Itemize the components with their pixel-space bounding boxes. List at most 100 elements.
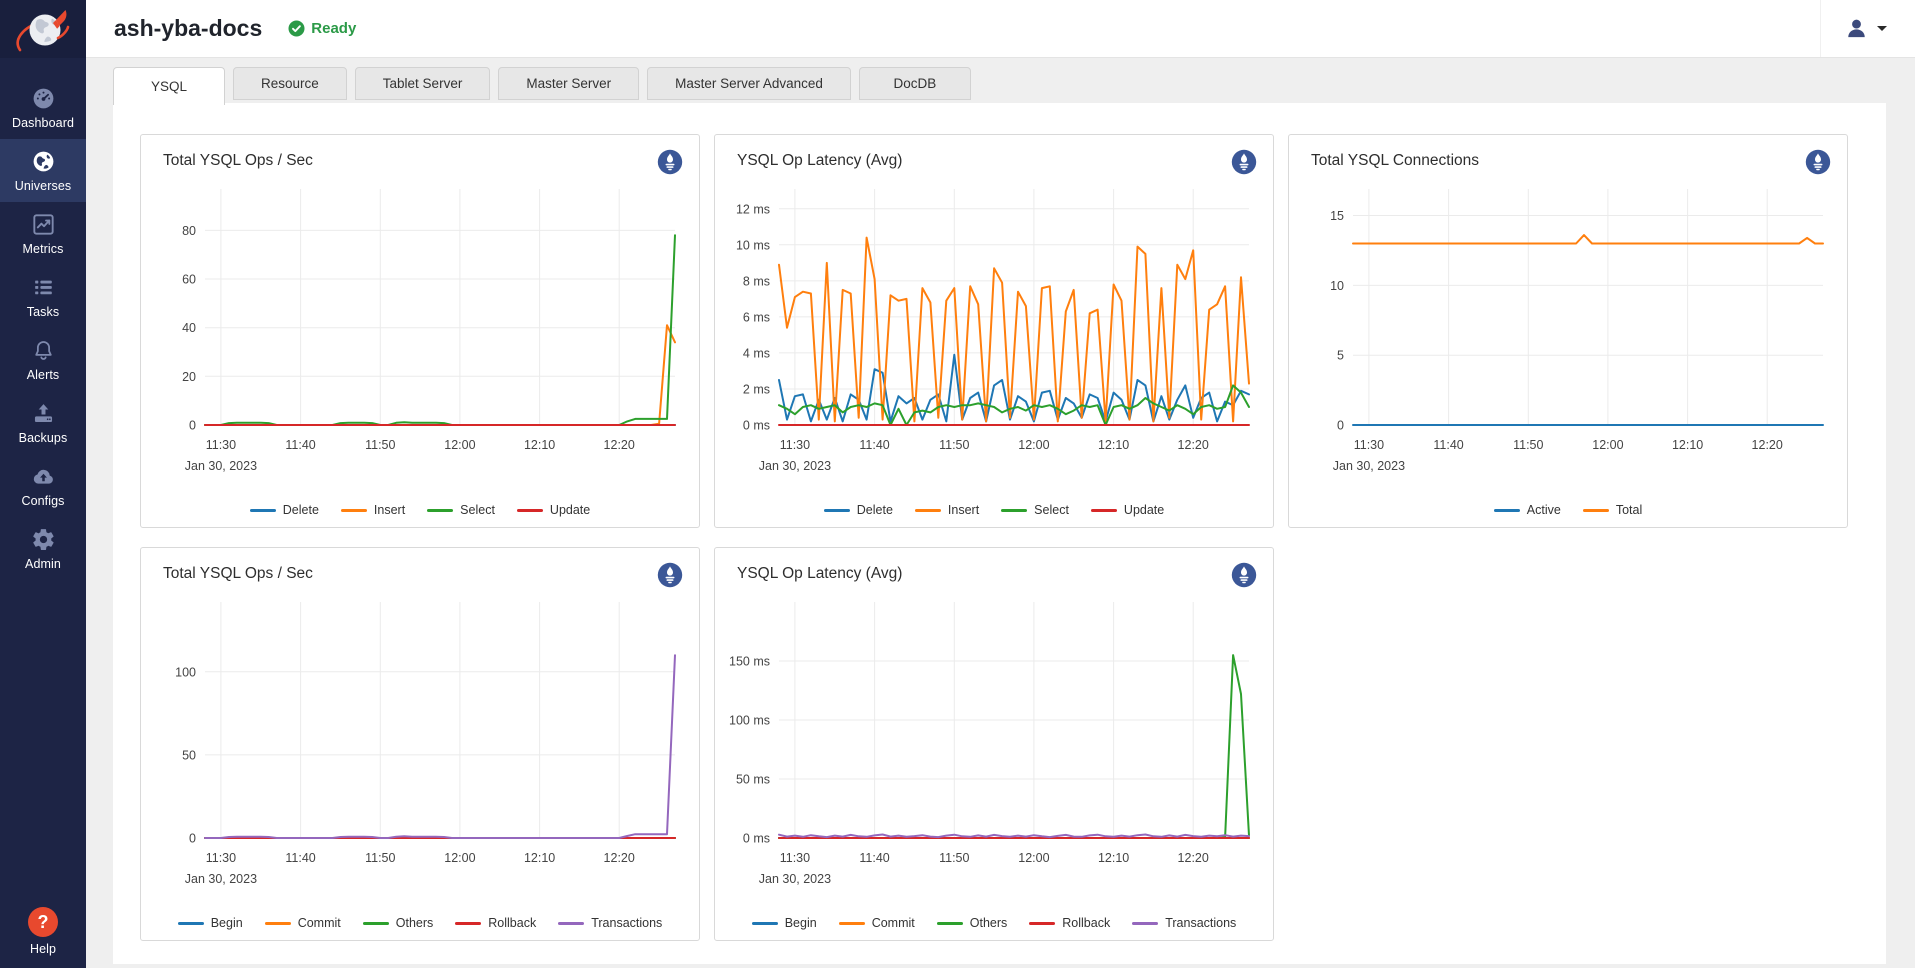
legend-item-update[interactable]: Update bbox=[1091, 503, 1164, 517]
x-axis-date-label: Jan 30, 2023 bbox=[759, 872, 831, 886]
legend-item-commit[interactable]: Commit bbox=[265, 916, 341, 930]
metrics-tabs: YSQL Resource Tablet Server Master Serve… bbox=[113, 67, 971, 105]
chart-legend: Delete Insert Select Update bbox=[715, 495, 1273, 525]
legend-label: Begin bbox=[785, 916, 817, 930]
chart-title: Total YSQL Ops / Sec bbox=[163, 562, 313, 583]
chart-panel-total-ysql-connections: Total YSQL Connections 05101511:3011:401… bbox=[1288, 134, 1848, 528]
legend-item-commit[interactable]: Commit bbox=[839, 916, 915, 930]
series-line-total bbox=[1353, 235, 1823, 243]
legend-swatch bbox=[839, 922, 865, 925]
legend-item-active[interactable]: Active bbox=[1494, 503, 1561, 517]
legend-swatch bbox=[1001, 509, 1027, 512]
legend-label: Rollback bbox=[1062, 916, 1110, 930]
legend-swatch bbox=[937, 922, 963, 925]
legend-swatch bbox=[250, 509, 276, 512]
y-tick-label: 2 ms bbox=[743, 383, 770, 397]
chevron-down-icon bbox=[1877, 26, 1887, 31]
chart-plot: 05010011:3011:4011:5012:0012:1012:20Jan … bbox=[141, 592, 699, 908]
y-tick-label: 0 ms bbox=[743, 832, 770, 846]
y-tick-label: 15 bbox=[1330, 209, 1344, 223]
sidebar-item-help[interactable]: ? Help bbox=[0, 907, 86, 956]
legend-item-insert[interactable]: Insert bbox=[341, 503, 405, 517]
ready-check-icon bbox=[288, 20, 305, 37]
chart-title: YSQL Op Latency (Avg) bbox=[737, 562, 902, 583]
legend-swatch bbox=[1029, 922, 1055, 925]
x-tick-label: 12:00 bbox=[1592, 438, 1623, 452]
sidebar-item-label: Alerts bbox=[27, 368, 60, 382]
x-tick-label: 12:00 bbox=[1018, 438, 1049, 452]
legend-label: Insert bbox=[948, 503, 979, 517]
legend-swatch bbox=[558, 922, 584, 925]
ysql-tab-panel: Total YSQL Ops / Sec 02040608011:3011:40… bbox=[113, 103, 1886, 964]
legend-item-rollback[interactable]: Rollback bbox=[1029, 916, 1110, 930]
sidebar-item-alerts[interactable]: Alerts bbox=[0, 328, 86, 391]
prometheus-link-icon[interactable] bbox=[657, 149, 683, 175]
yugabyte-logo[interactable] bbox=[0, 0, 86, 58]
legend-item-delete[interactable]: Delete bbox=[250, 503, 319, 517]
x-tick-label: 11:50 bbox=[365, 438, 395, 452]
x-tick-label: 12:10 bbox=[1672, 438, 1703, 452]
legend-item-insert[interactable]: Insert bbox=[915, 503, 979, 517]
sidebar-item-dashboard[interactable]: Dashboard bbox=[0, 76, 86, 139]
sidebar-item-label: Dashboard bbox=[12, 116, 74, 130]
legend-item-begin[interactable]: Begin bbox=[178, 916, 243, 930]
legend-item-delete[interactable]: Delete bbox=[824, 503, 893, 517]
tab-tablet-server[interactable]: Tablet Server bbox=[355, 67, 491, 100]
legend-item-select[interactable]: Select bbox=[1001, 503, 1069, 517]
prometheus-link-icon[interactable] bbox=[657, 562, 683, 588]
prometheus-link-icon[interactable] bbox=[1805, 149, 1831, 175]
legend-item-begin[interactable]: Begin bbox=[752, 916, 817, 930]
legend-item-transactions[interactable]: Transactions bbox=[1132, 916, 1236, 930]
alerts-bell-icon bbox=[31, 338, 56, 363]
y-tick-label: 60 bbox=[182, 273, 196, 287]
legend-item-transactions[interactable]: Transactions bbox=[558, 916, 662, 930]
y-tick-label: 50 ms bbox=[736, 773, 770, 787]
dashboard-gauge-icon bbox=[31, 86, 56, 111]
legend-item-rollback[interactable]: Rollback bbox=[455, 916, 536, 930]
prometheus-link-icon[interactable] bbox=[1231, 562, 1257, 588]
sidebar-item-configs[interactable]: Configs bbox=[0, 454, 86, 517]
legend-label: Delete bbox=[857, 503, 893, 517]
x-tick-label: 11:30 bbox=[1354, 438, 1384, 452]
legend-label: Commit bbox=[872, 916, 915, 930]
x-tick-label: 11:30 bbox=[206, 438, 236, 452]
tab-ysql[interactable]: YSQL bbox=[113, 67, 225, 105]
legend-item-others[interactable]: Others bbox=[937, 916, 1008, 930]
series-line-select bbox=[205, 235, 675, 425]
x-tick-label: 11:40 bbox=[285, 851, 315, 865]
y-tick-label: 4 ms bbox=[743, 346, 770, 360]
x-tick-label: 11:30 bbox=[780, 438, 810, 452]
prometheus-link-icon[interactable] bbox=[1231, 149, 1257, 175]
chart-plot: 02040608011:3011:4011:5012:0012:1012:20J… bbox=[141, 179, 699, 495]
x-tick-label: 12:10 bbox=[524, 851, 555, 865]
legend-item-select[interactable]: Select bbox=[427, 503, 495, 517]
x-tick-label: 12:00 bbox=[444, 851, 475, 865]
legend-item-others[interactable]: Others bbox=[363, 916, 434, 930]
tab-master-server[interactable]: Master Server bbox=[498, 67, 639, 100]
page-title: ash-yba-docs bbox=[114, 15, 262, 42]
chart-panel-ysql-op-latency: YSQL Op Latency (Avg) 0 ms2 ms4 ms6 ms8 … bbox=[714, 134, 1274, 528]
legend-label: Others bbox=[396, 916, 434, 930]
x-tick-label: 12:20 bbox=[1178, 851, 1209, 865]
sidebar-item-tasks[interactable]: Tasks bbox=[0, 265, 86, 328]
legend-item-total[interactable]: Total bbox=[1583, 503, 1642, 517]
tab-master-server-advanced[interactable]: Master Server Advanced bbox=[647, 67, 851, 100]
series-line-insert bbox=[779, 238, 1249, 422]
legend-label: Select bbox=[1034, 503, 1069, 517]
y-tick-label: 5 bbox=[1337, 349, 1344, 363]
sidebar-item-metrics[interactable]: Metrics bbox=[0, 202, 86, 265]
x-tick-label: 11:40 bbox=[859, 851, 889, 865]
sidebar-item-universes[interactable]: Universes bbox=[0, 139, 86, 202]
x-axis-date-label: Jan 30, 2023 bbox=[759, 459, 831, 473]
tab-resource[interactable]: Resource bbox=[233, 67, 347, 100]
sidebar-item-backups[interactable]: Backups bbox=[0, 391, 86, 454]
legend-item-update[interactable]: Update bbox=[517, 503, 590, 517]
tasks-list-icon bbox=[31, 275, 56, 300]
y-tick-label: 50 bbox=[182, 748, 196, 762]
tab-docdb[interactable]: DocDB bbox=[859, 67, 971, 100]
y-tick-label: 12 ms bbox=[736, 202, 770, 216]
user-menu[interactable] bbox=[1821, 17, 1915, 40]
yba-universe-page: Dashboard Universes Metrics bbox=[0, 0, 1915, 968]
sidebar-item-admin[interactable]: Admin bbox=[0, 517, 86, 580]
legend-label: Rollback bbox=[488, 916, 536, 930]
